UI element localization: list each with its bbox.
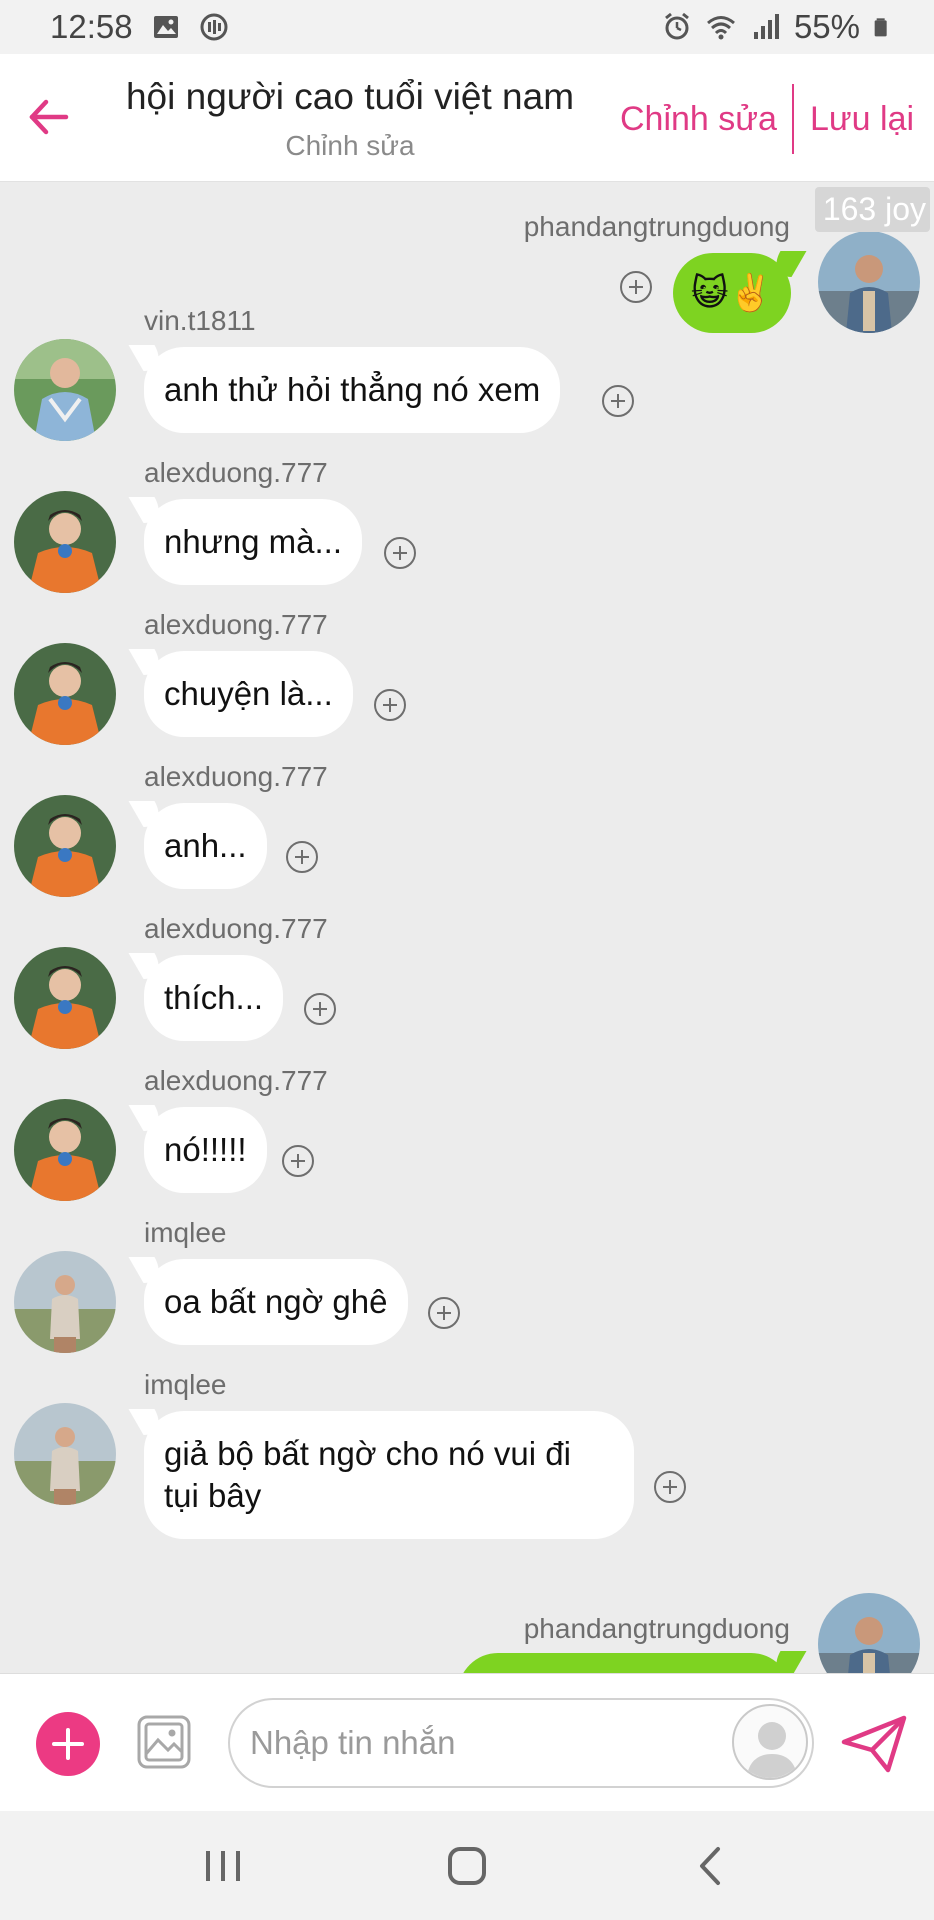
message-row: imqlee oa bất ngờ ghê (0, 1205, 934, 1355)
avatar[interactable] (14, 491, 116, 593)
battery-icon (874, 18, 887, 37)
message-text: giả bộ bất ngờ cho nó vui đi tụi bây (164, 1435, 571, 1514)
message-username: imqlee (144, 1369, 227, 1400)
gallery-notification-icon (153, 16, 178, 38)
edit-button[interactable]: Chỉnh sửa (620, 100, 777, 139)
chat-messages: 163 joy phandangtrungduong 😺✌️ vin.t1811… (0, 183, 934, 1673)
message-username: alexduong.777 (144, 913, 328, 944)
group-title: hội người cao tuổi việt nam (125, 76, 575, 117)
battery-percent: 55% (793, 8, 860, 45)
message-row: vin.t1811 anh thử hỏi thẳng nó xem (0, 293, 934, 443)
avatar[interactable] (818, 1593, 920, 1673)
message-row: alexduong.777 thích... (0, 901, 934, 1051)
message-bubble[interactable]: nhưng mà... (144, 499, 363, 585)
message-text: anh... (164, 827, 247, 864)
message-row: alexduong.777 nó!!!!! (0, 1053, 934, 1203)
avatar[interactable] (14, 1099, 116, 1201)
message-row: alexduong.777 nhưng mà... (0, 445, 934, 595)
message-bubble[interactable]: nó!!!!! (144, 1107, 267, 1193)
message-row: imqlee giả bộ bất ngờ cho nó vui đi tụi … (0, 1357, 934, 1539)
message-username: imqlee (144, 1217, 227, 1248)
nav-back-icon[interactable] (686, 1841, 736, 1891)
message-username: vin.t1811 (144, 305, 256, 336)
message-bubble[interactable]: oa bất ngờ ghê (144, 1259, 408, 1345)
status-time: 12:58 (50, 8, 133, 45)
plus-icon[interactable] (36, 1712, 100, 1776)
message-username: alexduong.777 (144, 761, 328, 792)
avatar[interactable] (14, 1251, 116, 1353)
message-input[interactable] (228, 1698, 814, 1788)
alarm-icon (665, 12, 689, 40)
message-text: nó!!!!! (164, 1131, 247, 1168)
message-bubble[interactable]: thích... (144, 955, 284, 1041)
header-divider (792, 84, 794, 154)
message-text: nhưng mà... (164, 523, 343, 560)
message-username: phandangtrungduong (523, 1613, 790, 1644)
message-text: thích... (164, 979, 264, 1016)
save-button[interactable]: Lưu lại (810, 100, 914, 139)
add-reaction-icon[interactable] (384, 537, 416, 569)
add-reaction-icon[interactable] (654, 1471, 686, 1503)
recents-icon[interactable] (198, 1841, 248, 1891)
avatar[interactable] (14, 643, 116, 745)
group-subtitle[interactable]: Chỉnh sửa (110, 130, 590, 162)
signal-icon (753, 14, 779, 39)
joy-badge: 163 joy (814, 187, 930, 232)
home-icon[interactable] (442, 1841, 492, 1891)
message-username: phandangtrungduong (523, 211, 790, 242)
message-username: alexduong.777 (144, 1065, 328, 1096)
message-bubble[interactable]: anh... (144, 803, 267, 889)
podcast-notification-icon (200, 13, 228, 41)
avatar[interactable] (14, 947, 116, 1049)
avatar[interactable] (14, 795, 116, 897)
sticker-avatar-icon[interactable] (732, 1704, 808, 1780)
message-username: alexduong.777 (144, 457, 328, 488)
message-text: oa bất ngờ ghê (164, 1283, 388, 1320)
message-row: phandangtrungduong (0, 1585, 934, 1673)
message-row: alexduong.777 chuyện là... (0, 597, 934, 747)
message-text: anh thử hỏi thẳng nó xem (164, 371, 541, 408)
message-composer (0, 1673, 934, 1811)
back-arrow-icon[interactable] (24, 92, 74, 142)
avatar[interactable] (14, 339, 116, 441)
add-reaction-icon[interactable] (374, 689, 406, 721)
message-username: alexduong.777 (144, 609, 328, 640)
image-icon[interactable] (136, 1714, 192, 1770)
system-nav-bar (0, 1811, 934, 1920)
add-reaction-icon[interactable] (304, 993, 336, 1025)
add-reaction-icon[interactable] (602, 385, 634, 417)
status-bar: 12:58 55% (0, 0, 934, 54)
wifi-icon (706, 16, 735, 40)
add-reaction-icon[interactable] (282, 1145, 314, 1177)
message-bubble[interactable]: chuyện là... (144, 651, 353, 737)
avatar[interactable] (14, 1403, 116, 1505)
send-icon[interactable] (840, 1714, 908, 1774)
message-bubble[interactable] (458, 1653, 791, 1673)
chat-header: hội người cao tuổi việt nam Chỉnh sửa Ch… (0, 54, 934, 182)
message-bubble[interactable]: anh thử hỏi thẳng nó xem (144, 347, 561, 433)
message-row: alexduong.777 anh... (0, 749, 934, 899)
add-reaction-icon[interactable] (286, 841, 318, 873)
add-reaction-icon[interactable] (428, 1297, 460, 1329)
message-text: chuyện là... (164, 675, 333, 712)
message-bubble[interactable]: giả bộ bất ngờ cho nó vui đi tụi bây (144, 1411, 634, 1539)
